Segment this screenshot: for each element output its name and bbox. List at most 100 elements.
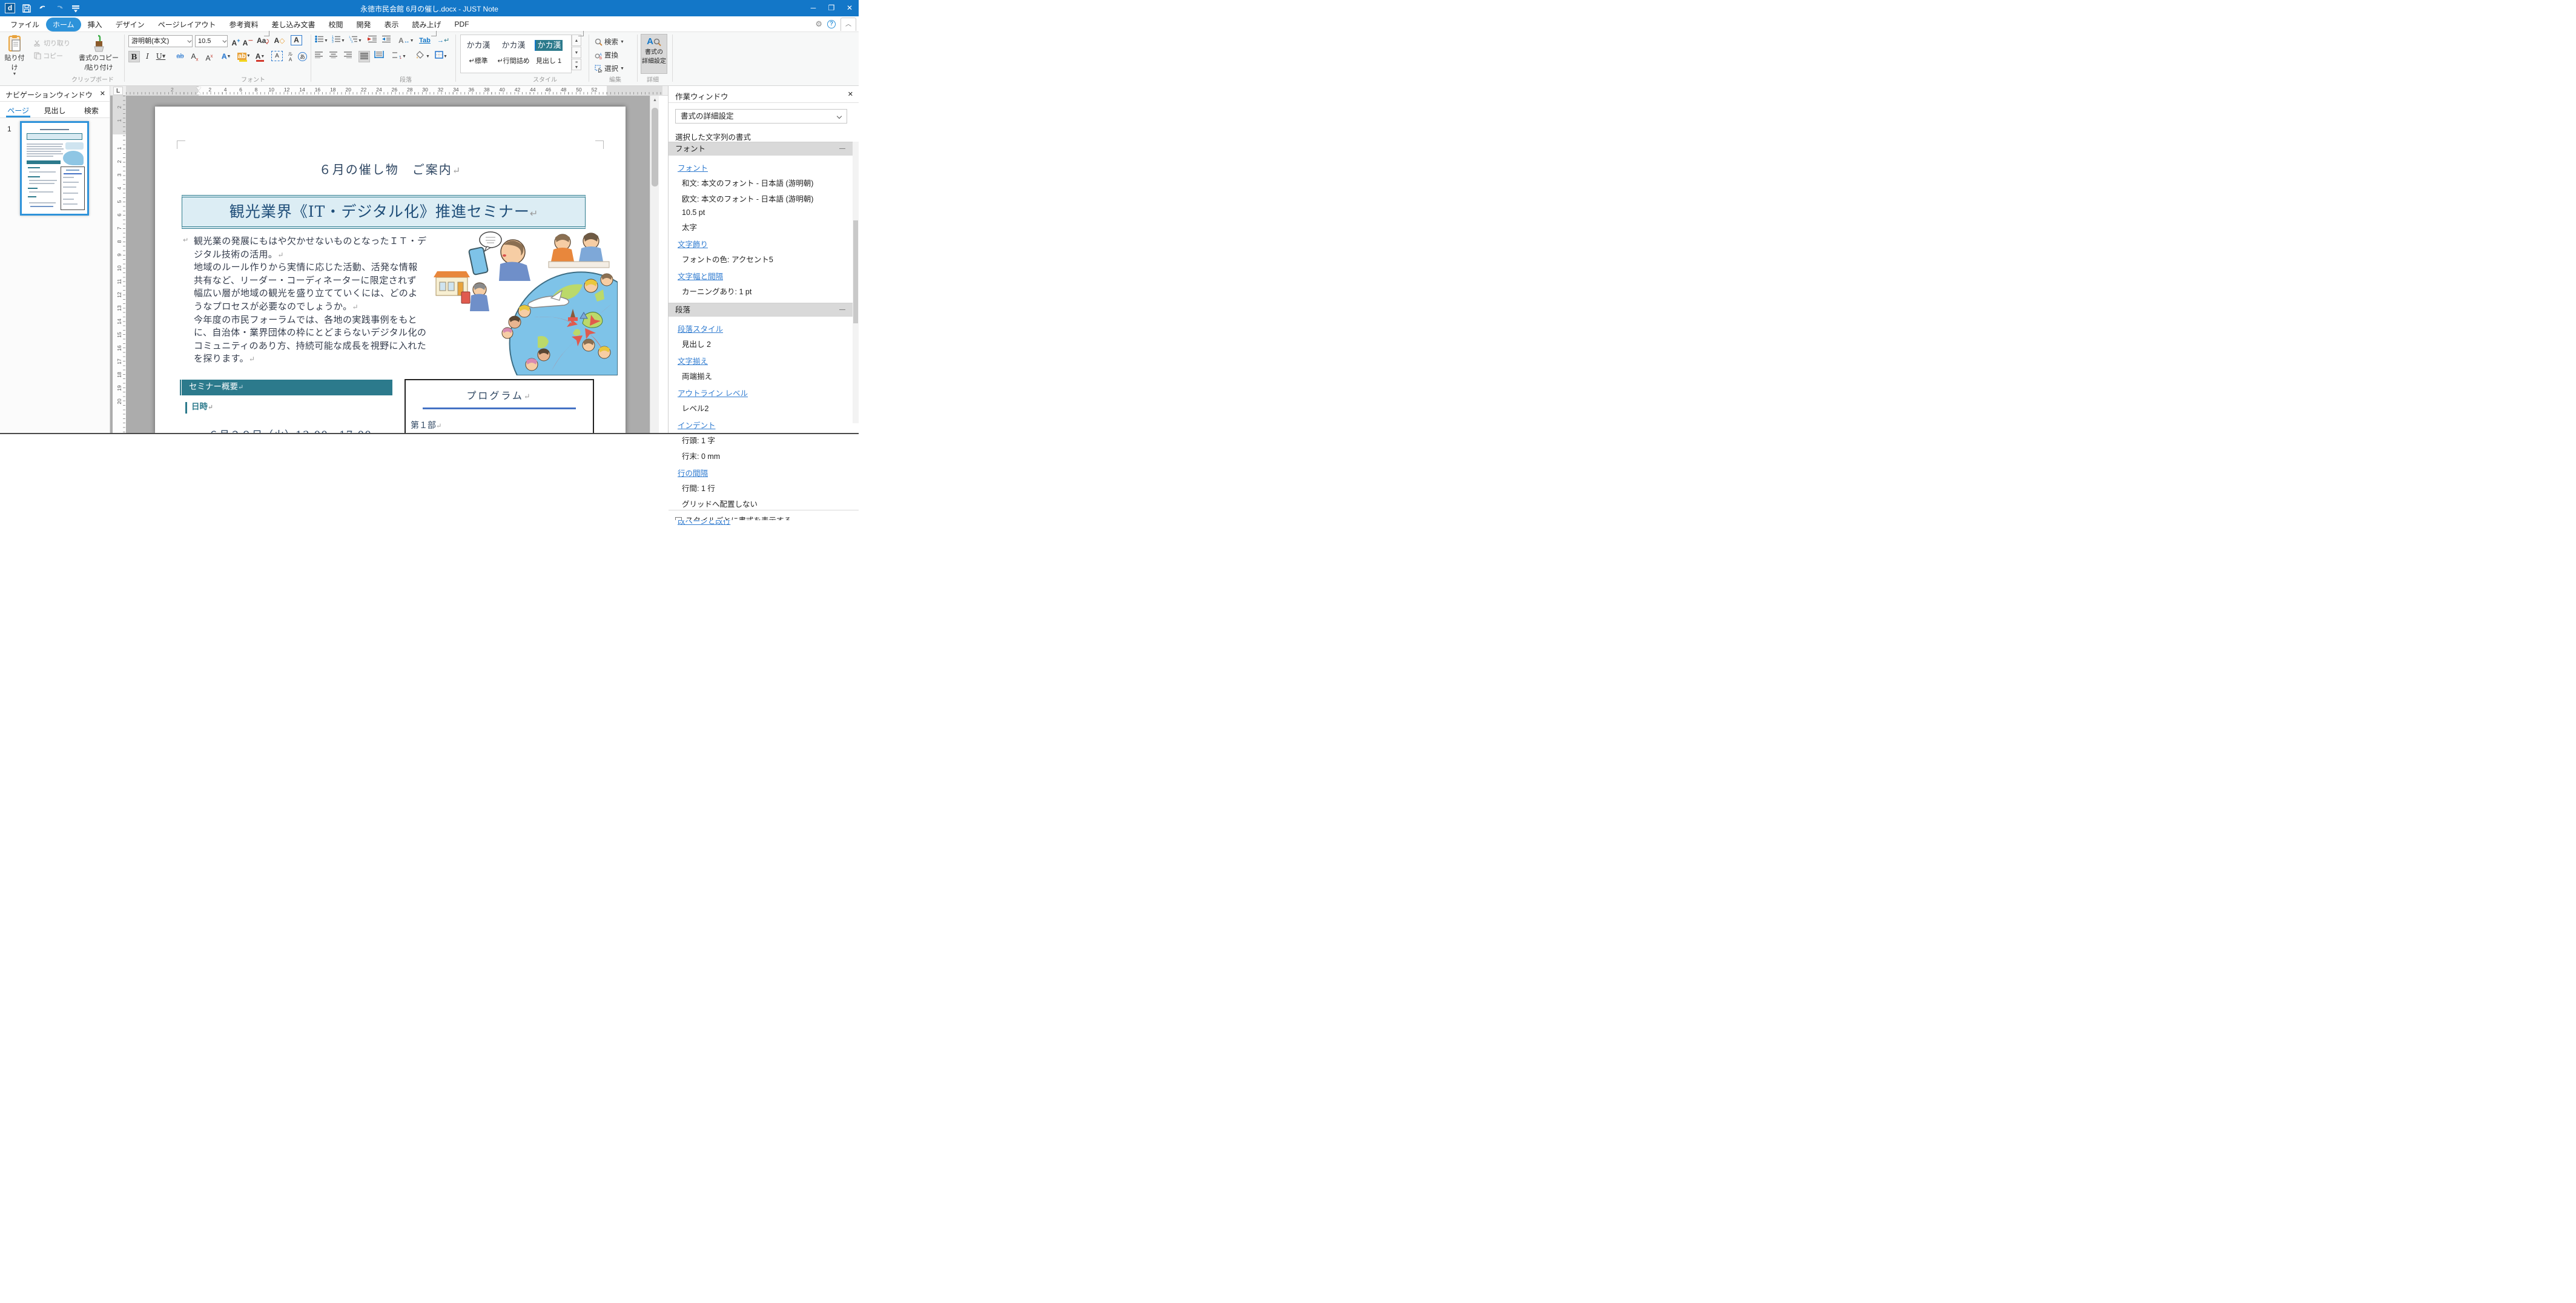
format-detail-row[interactable]: 文字幅と間隔 [669,266,853,283]
format-detail-row[interactable]: 太字 [669,219,853,234]
format-detail-row[interactable]: 段落 [669,303,853,317]
navigation-tab[interactable]: ページ [0,102,36,117]
show-format-per-style-checkbox[interactable] [675,517,682,520]
format-detail-row[interactable]: 10.5 pt [669,206,853,219]
align-center-button[interactable] [329,51,341,62]
underline-button[interactable]: U▼ [155,51,167,62]
change-case-button[interactable]: Aa⤸ [257,35,269,47]
character-border-button[interactable]: A [291,35,302,45]
format-painter-button[interactable]: 書式のコピー /貼り付け [76,35,121,72]
ribbon-tab[interactable]: 開発 [350,18,378,31]
subscript-button[interactable]: Ax [189,51,200,62]
document-scrollbar-thumb[interactable] [652,108,658,186]
navigation-close-icon[interactable]: ✕ [100,90,105,97]
align-right-button[interactable] [344,51,355,62]
help-icon[interactable]: ? [827,20,836,28]
borders-button[interactable]: ▼ [435,51,447,62]
horizontal-ruler[interactable]: 2 24681012141618202224262830323436384042… [110,86,668,96]
ribbon-tab[interactable]: 挿入 [81,18,109,31]
align-left-button[interactable] [315,51,326,62]
strikethrough-button[interactable]: ab [174,51,186,62]
navigation-tab[interactable]: 見出し [36,102,73,117]
character-spacing-button[interactable]: A↔▼ [398,35,414,47]
justify-button[interactable] [358,51,370,62]
format-detail-row[interactable]: 和文: 本文のフォント - 日本語 (游明朝) [669,174,853,190]
line-spacing-button[interactable]: ↑↓▼ [392,51,406,62]
highlight-color-button[interactable]: ab▼ [237,51,251,62]
font-color-button[interactable]: A▼ [254,51,266,62]
bullets-button[interactable]: ▼ [315,35,328,47]
minimize-button[interactable]: ─ [804,0,822,16]
style-item[interactable]: かカ漢 見出し 1 [531,35,566,71]
ruby-button[interactable]: ルA [285,51,296,62]
phonetic-guide-button[interactable]: A◇ [274,35,285,47]
multilevel-list-button[interactable]: 1.2.3.▼ [349,35,362,47]
maximize-button[interactable]: ❐ [822,0,841,16]
ribbon-tab[interactable]: 差し込み文書 [265,18,322,31]
ribbon-tab[interactable]: ページレイアウト [151,18,223,31]
format-detail-row[interactable]: フォントの色: アクセント5 [669,251,853,266]
styles-scroll-down-icon[interactable]: ▼ [572,47,581,58]
indent-marker[interactable] [196,87,201,94]
enclose-characters-button[interactable]: A [271,51,283,61]
format-detail-row[interactable]: レベル2 [669,400,853,415]
ribbon-tab[interactable]: ホーム [46,18,81,31]
format-detail-row[interactable]: インデント [669,415,853,432]
document-page[interactable]: ６月の催し物 ご案内↵ 観光業界《IT・デジタル化》推進セミナー↵ ↵ 観光業の… [155,107,626,434]
ribbon-tab[interactable]: PDF [448,18,476,30]
format-detail-row[interactable]: 両端揃え [669,368,853,383]
ribbon-tab[interactable]: 参考資料 [222,18,265,31]
task-pane-scrollbar[interactable] [853,142,859,423]
navigation-tab[interactable]: 検索 [73,102,110,117]
format-detail-row[interactable]: カーニングあり: 1 pt [669,283,853,299]
select-button[interactable]: 選択▼ [595,64,624,73]
circled-character-button[interactable]: あ [297,51,308,62]
format-detail-row[interactable]: 行末: 0 mm [669,447,853,463]
close-button[interactable]: ✕ [841,0,859,16]
search-button[interactable]: 検索▼ [595,37,624,47]
style-item[interactable]: かカ漢 ↵標準 [461,35,496,71]
shading-button[interactable]: ▼ [417,51,430,62]
vertical-ruler[interactable]: 21 1234567891011121314151617181920 [113,96,126,434]
distribute-button[interactable] [374,51,386,62]
bold-button[interactable]: B [128,51,140,62]
numbering-button[interactable]: 123▼ [332,35,345,47]
format-detail-row[interactable]: アウトライン レベル [669,383,853,400]
styles-dialog-launcher-icon[interactable] [578,31,584,36]
format-detail-row[interactable]: 欧文: 本文のフォント - 日本語 (游明朝) [669,190,853,206]
styles-more-icon[interactable]: ≡▼ [572,59,581,70]
shrink-font-button[interactable]: A－ [242,35,254,47]
format-details-button[interactable]: A 書式の 詳細設定 [641,34,667,74]
format-detail-row[interactable]: 見出し 2 [669,335,853,351]
italic-button[interactable]: I [142,51,153,62]
increase-indent-button[interactable] [381,35,393,47]
decrease-indent-button[interactable] [368,35,379,47]
page-thumbnail[interactable] [20,121,89,216]
tab-selector-box[interactable]: L [113,87,123,95]
format-detail-row[interactable]: 文字飾り [669,234,853,251]
ribbon-tab[interactable]: 読み上げ [406,18,448,31]
task-pane-scrollbar-thumb[interactable] [853,220,858,323]
ribbon-tab[interactable]: 校閲 [322,18,349,31]
task-pane-close-icon[interactable]: ✕ [848,90,853,98]
format-detail-row[interactable]: 行間: 1 行 [669,480,853,495]
format-detail-row[interactable]: 行の間隔 [669,463,853,480]
text-effects-button[interactable]: A▼ [220,51,232,62]
settings-gear-icon[interactable]: ⚙ [815,19,822,29]
grow-font-button[interactable]: A+ [230,35,242,47]
format-detail-row[interactable]: フォント [669,142,853,156]
document-scrollbar[interactable]: ▲ [650,96,659,434]
style-item[interactable]: かカ漢 ↵行間詰め [496,35,531,71]
format-detail-row[interactable]: 文字揃え [669,351,853,368]
replace-button[interactable]: AB 置換 [595,50,618,60]
collapse-ribbon-icon[interactable]: ︿ [841,18,856,31]
superscript-button[interactable]: Ax [203,51,215,62]
format-detail-row[interactable]: グリッドへ配置しない [669,495,853,511]
ribbon-tab[interactable]: ファイル [4,18,46,31]
task-pane-selector[interactable]: 書式の詳細設定 [675,109,847,124]
tab-setting-button[interactable]: Tab [419,35,431,47]
paragraph-dialog-launcher-icon[interactable] [431,31,437,36]
font-family-combobox[interactable]: 游明朝(本文) [128,35,193,47]
ribbon-tab[interactable]: デザイン [109,18,151,31]
ribbon-tab[interactable]: 表示 [378,18,406,31]
